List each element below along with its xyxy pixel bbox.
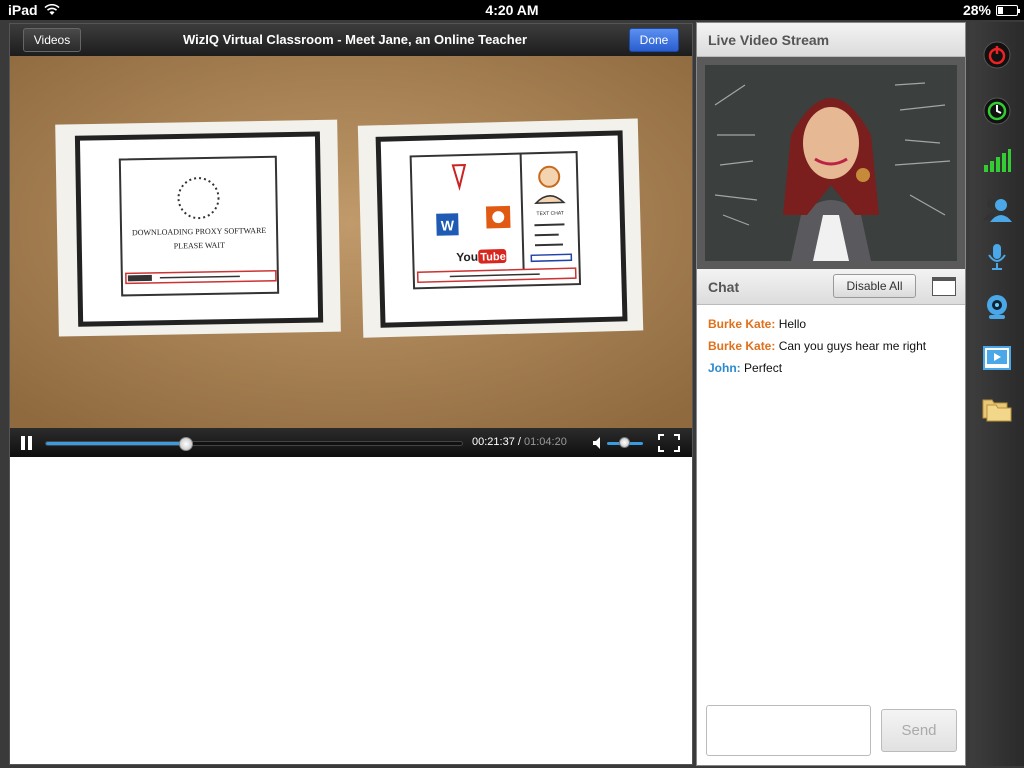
chat-message: John: Perfect	[708, 361, 954, 375]
media-player-icon[interactable]	[982, 344, 1012, 374]
whiteboard-area[interactable]	[10, 457, 692, 764]
loading-text-line2: PLEASE WAIT	[174, 241, 225, 251]
chat-sender: Burke Kate:	[708, 317, 776, 331]
chat-compose: Send	[697, 699, 965, 765]
live-stream-header: Live Video Stream	[697, 23, 965, 57]
power-icon[interactable]	[982, 40, 1012, 70]
seek-bar[interactable]	[45, 437, 463, 451]
folder-icon[interactable]	[982, 394, 1012, 424]
youtube-tube: Tube	[480, 251, 506, 264]
time-readout: 00:21:37 / 01:04:20	[472, 436, 567, 448]
side-panel: Live Video Stream Chat Disable All Burke…	[696, 22, 966, 766]
left-paper-card: DOWNLOADING PROXY SOFTWARE PLEASE WAIT	[55, 119, 341, 337]
videos-button[interactable]: Videos	[23, 28, 81, 52]
video-controls: 00:21:37 / 01:04:20	[10, 428, 692, 457]
time-separator: /	[517, 436, 521, 448]
timer-icon[interactable]	[982, 96, 1012, 126]
chat-text: Can you guys hear me right	[778, 339, 927, 353]
pause-icon[interactable]	[21, 436, 33, 450]
chat-sender: Burke Kate:	[708, 339, 776, 353]
total-time: 01:04:20	[524, 436, 567, 448]
popout-window-icon[interactable]	[932, 277, 956, 296]
chat-message: Burke Kate: Hello	[708, 317, 954, 331]
chat-input[interactable]	[706, 705, 871, 756]
disable-all-button[interactable]: Disable All	[833, 274, 916, 298]
chat-title: Chat	[708, 278, 740, 295]
text-chat-label: TEXT CHAT	[536, 210, 563, 217]
chat-header: Chat Disable All	[697, 269, 965, 305]
webcam-icon[interactable]	[982, 292, 1012, 322]
microphone-icon[interactable]	[982, 242, 1012, 272]
chat-text: Perfect	[744, 361, 783, 375]
teacher-webcam-feed[interactable]	[705, 65, 957, 261]
wiziq-app: Videos WizIQ Virtual Classroom - Meet Ja…	[0, 20, 1024, 768]
video-titlebar: Videos WizIQ Virtual Classroom - Meet Ja…	[10, 24, 692, 56]
teacher-video-still	[705, 65, 957, 261]
ios-status-bar: iPad 4:20 AM 28%	[0, 0, 1024, 20]
users-icon[interactable]	[982, 194, 1012, 224]
video-still: DOWNLOADING PROXY SOFTWARE PLEASE WAIT W	[10, 56, 692, 428]
youtube-you: You	[456, 250, 478, 265]
done-button[interactable]: Done	[629, 28, 679, 52]
live-stream-title: Live Video Stream	[708, 31, 830, 48]
battery-icon	[996, 4, 1020, 16]
status-time: 4:20 AM	[485, 2, 539, 18]
classroom-toolbar	[970, 22, 1024, 766]
seek-progress	[46, 442, 187, 445]
send-button[interactable]: Send	[881, 709, 957, 752]
video-panel: Videos WizIQ Virtual Classroom - Meet Ja…	[9, 23, 693, 765]
chat-messages: Burke Kate: Hello Burke Kate: Can you gu…	[697, 305, 965, 699]
video-frame[interactable]: DOWNLOADING PROXY SOFTWARE PLEASE WAIT W	[10, 56, 692, 428]
chat-message: Burke Kate: Can you guys hear me right	[708, 339, 954, 353]
video-title: WizIQ Virtual Classroom - Meet Jane, an …	[183, 32, 527, 47]
current-time: 00:21:37	[472, 436, 515, 448]
chat-text: Hello	[778, 317, 807, 331]
live-video-stream	[697, 57, 965, 269]
volume-thumb[interactable]	[619, 437, 630, 448]
battery-percent: 28%	[962, 2, 991, 18]
chat-sender: John:	[708, 361, 741, 375]
svg-text:W: W	[441, 217, 455, 233]
status-right: 28%	[962, 2, 1020, 18]
signal-icon[interactable]	[982, 146, 1012, 176]
volume-icon[interactable]	[592, 436, 606, 450]
right-paper-card: W You Tube TEXT CHAT	[357, 118, 644, 338]
fullscreen-icon[interactable]	[658, 434, 680, 452]
seek-thumb[interactable]	[179, 437, 194, 451]
